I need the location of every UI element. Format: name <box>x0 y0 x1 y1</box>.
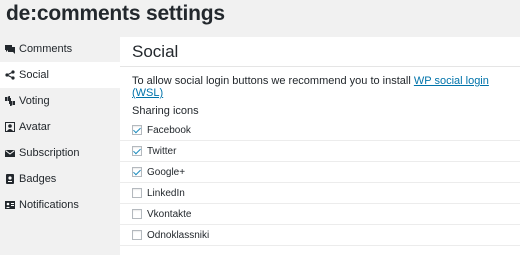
option-label: Twitter <box>147 145 177 157</box>
twitter-checkbox[interactable] <box>132 146 142 156</box>
sharing-option-linkedin: LinkedIn <box>120 183 520 204</box>
sharing-option-facebook: Facebook <box>120 120 520 141</box>
option-label: Odnoklassniki <box>147 229 210 241</box>
sidebar-item-social[interactable]: Social <box>0 62 122 88</box>
sidebar-item-notifications[interactable]: Notifications <box>0 192 120 218</box>
notification-icon <box>5 200 15 210</box>
sharing-icons-heading: Sharing icons <box>132 105 199 117</box>
email-icon <box>5 148 15 158</box>
section-divider <box>120 66 520 67</box>
share-icon <box>5 70 15 80</box>
sidebar-item-comments[interactable]: Comments <box>0 36 120 62</box>
sidebar-item-label: Social <box>19 69 49 81</box>
option-label: Google+ <box>147 166 186 178</box>
avatar-icon <box>5 122 15 132</box>
sidebar-item-subscription[interactable]: Subscription <box>0 140 120 166</box>
sidebar-item-badges[interactable]: Badges <box>0 166 120 192</box>
sidebar-item-avatar[interactable]: Avatar <box>0 114 120 140</box>
thumbs-icon <box>5 96 15 106</box>
option-label: Facebook <box>147 124 191 136</box>
settings-panel: Social To allow social login buttons we … <box>120 37 520 255</box>
intro-message: To allow social login buttons we recomme… <box>132 75 414 87</box>
odnoklassniki-checkbox[interactable] <box>132 230 142 240</box>
sharing-option-twitter: Twitter <box>120 141 520 162</box>
section-title: Social <box>132 42 179 61</box>
option-label: LinkedIn <box>147 187 185 199</box>
intro-text: To allow social login buttons we recomme… <box>132 75 520 99</box>
comments-icon <box>5 44 15 54</box>
settings-sidebar: Comments Social Voting Avatar Subscripti… <box>0 36 122 218</box>
sidebar-item-label: Badges <box>19 173 57 185</box>
googleplus-checkbox[interactable] <box>132 167 142 177</box>
sharing-option-googleplus: Google+ <box>120 162 520 183</box>
sidebar-item-label: Voting <box>19 95 50 107</box>
option-label: Vkontakte <box>147 208 192 220</box>
sharing-option-odnoklassniki: Odnoklassniki <box>120 225 520 246</box>
vkontakte-checkbox[interactable] <box>132 209 142 219</box>
linkedin-checkbox[interactable] <box>132 188 142 198</box>
sharing-options-list: Facebook Twitter Google+ LinkedIn Vkonta… <box>120 120 520 246</box>
sidebar-item-label: Comments <box>19 43 73 55</box>
facebook-checkbox[interactable] <box>132 125 142 135</box>
badge-icon <box>5 174 15 184</box>
sidebar-item-label: Notifications <box>19 199 79 211</box>
sidebar-item-label: Subscription <box>19 147 80 159</box>
sidebar-item-voting[interactable]: Voting <box>0 88 120 114</box>
page-title: de:comments settings <box>6 2 225 25</box>
sharing-option-vkontakte: Vkontakte <box>120 204 520 225</box>
sidebar-item-label: Avatar <box>19 121 51 133</box>
